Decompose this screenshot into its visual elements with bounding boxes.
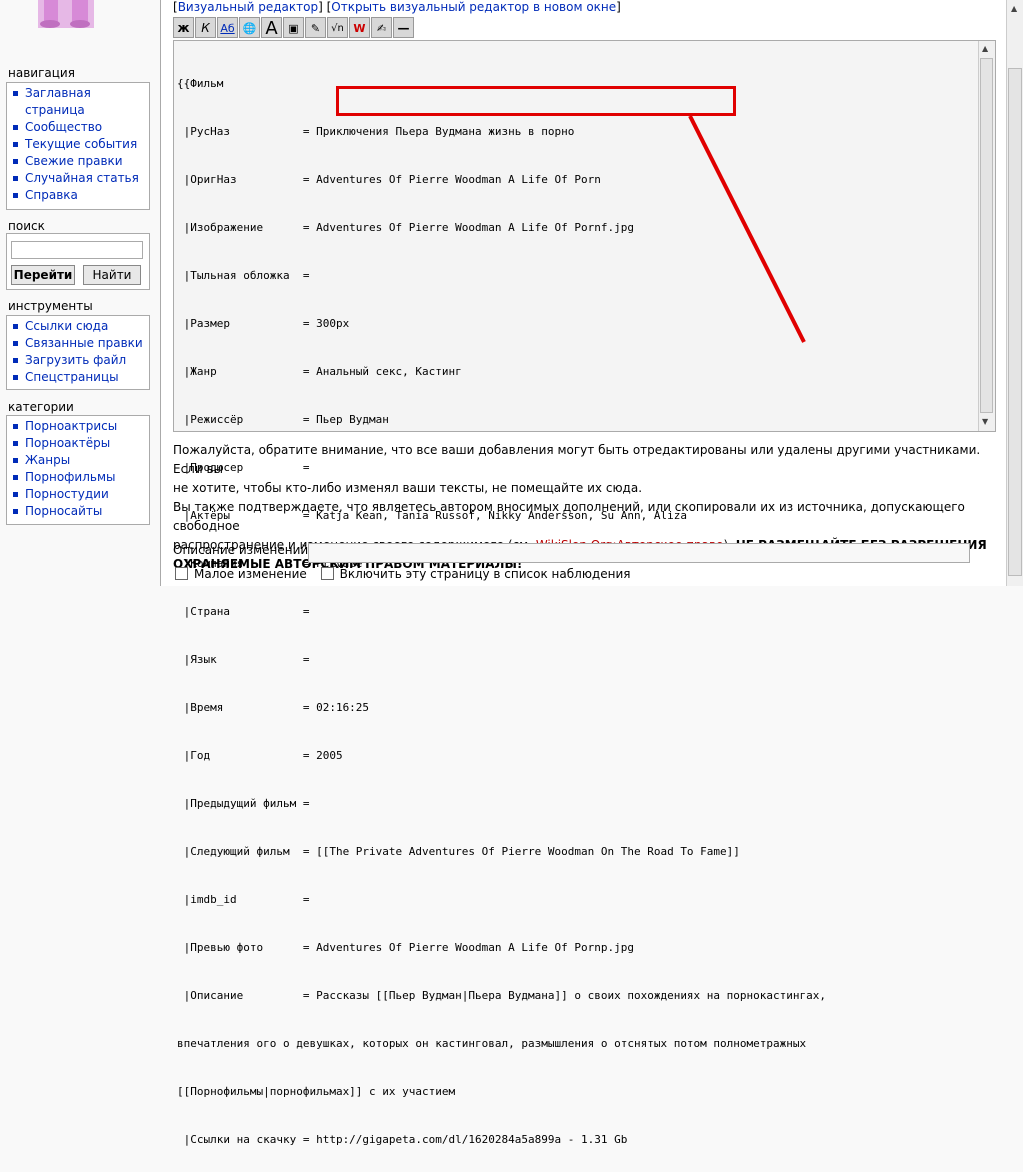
editor-line: |Превью фото = Adventures Of Pierre Wood… <box>177 941 634 954</box>
editor-line: |Ссылки на скачку = http://gigapeta.com/… <box>177 1133 628 1146</box>
editor-line: |Страна = <box>177 605 310 618</box>
annotation-arrow <box>688 115 806 343</box>
editor-line: |imdb_id = <box>177 893 310 906</box>
editor-line: |Год = 2005 <box>177 749 343 762</box>
editor-line: [[Порнофильмы|порнофильмах]] с их участи… <box>177 1085 456 1098</box>
editor-line: |Время = 02:16:25 <box>177 701 370 714</box>
editor-line: |Следующий фильм = [[The Private Adventu… <box>177 845 740 858</box>
editor-line: впечатления ого о девушках, которых он к… <box>177 1037 807 1050</box>
editor-line: |Описание = Рассказы [[Пьер Вудман|Пьера… <box>177 989 827 1002</box>
editor-line: |Язык = <box>177 653 310 666</box>
editor-line: |Предыдущий фильм = <box>177 797 310 810</box>
